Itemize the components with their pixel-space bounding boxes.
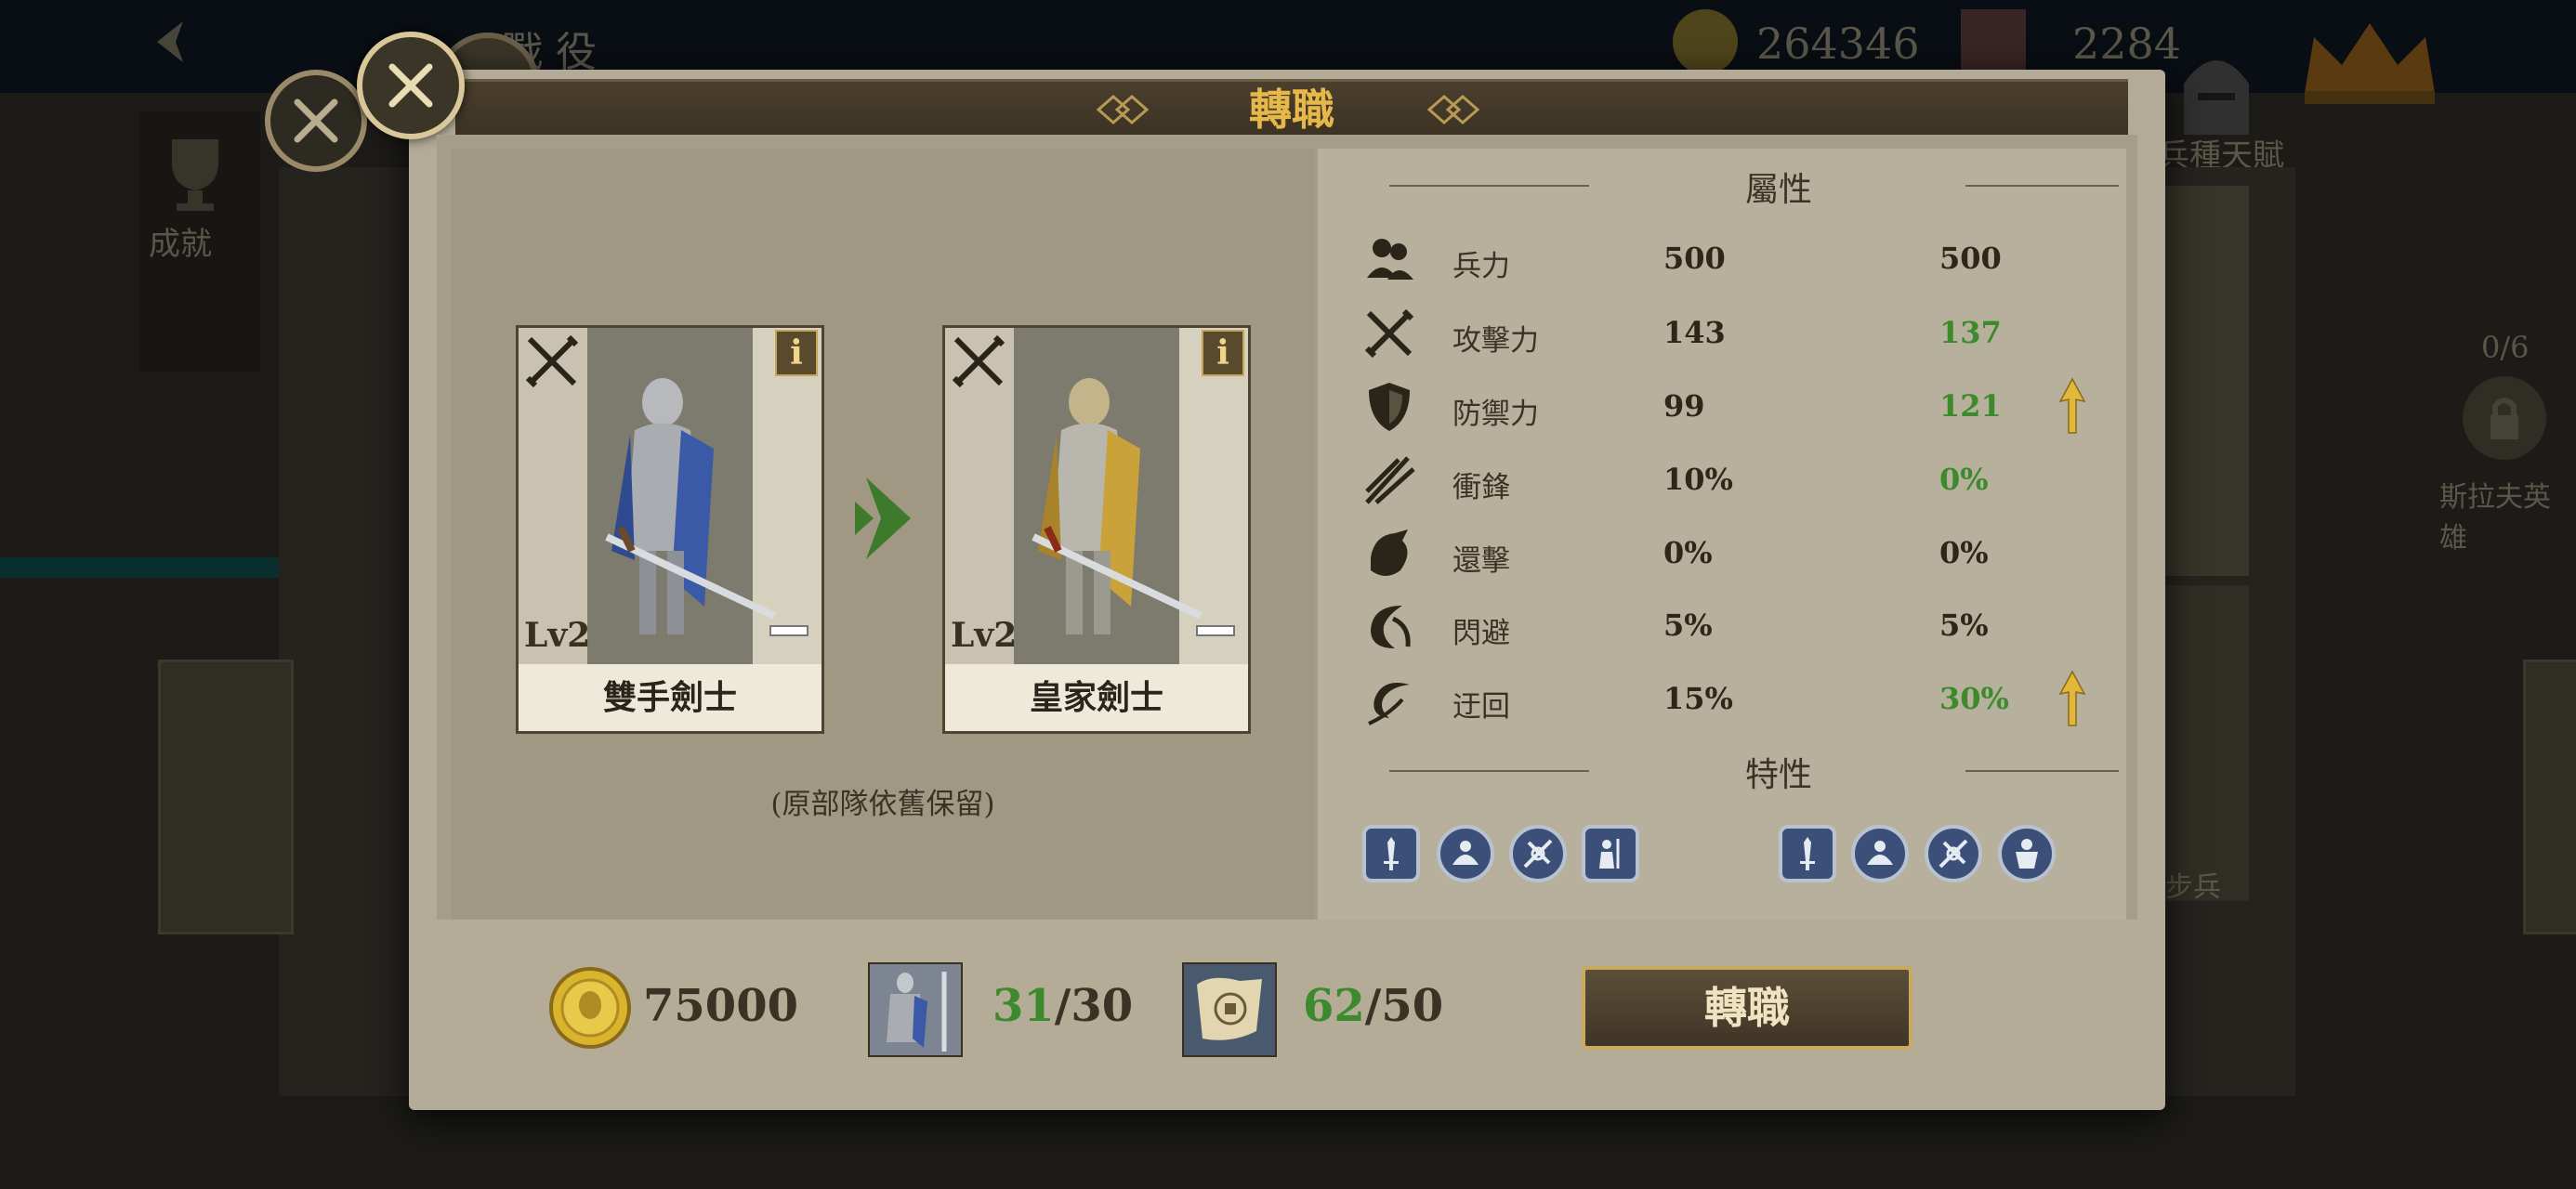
section-divider bbox=[1965, 185, 2119, 187]
title-ornament-icon bbox=[1097, 95, 1149, 124]
charge-icon bbox=[1365, 456, 1415, 504]
stat-from-value: 143 bbox=[1663, 315, 1726, 350]
scrolls-owned: 62 bbox=[1303, 980, 1365, 1032]
close-icon bbox=[294, 98, 338, 143]
to-unit-info-button[interactable]: i bbox=[1202, 330, 1244, 376]
from-unit-hp-bar bbox=[769, 625, 808, 636]
stat-name: 衝鋒 bbox=[1452, 471, 1510, 504]
stat-row-charge: 衝鋒 10% 0% bbox=[1361, 451, 2105, 510]
stat-from-value: 15% bbox=[1663, 681, 1733, 716]
gold-cost: 75000 bbox=[643, 980, 798, 1032]
to-unit-card[interactable]: i Lv2 皇家劍士 bbox=[942, 325, 1251, 734]
dodge-icon bbox=[1371, 606, 1411, 648]
guard-trait-icon[interactable] bbox=[1582, 825, 1639, 882]
stat-name: 閃避 bbox=[1452, 617, 1510, 650]
stat-from-value: 5% bbox=[1663, 608, 1713, 643]
from-unit-name: 雙手劍士 bbox=[602, 678, 737, 717]
stat-up-arrow-icon bbox=[2058, 377, 2086, 434]
stat-name: 還擊 bbox=[1452, 544, 1510, 578]
stat-to-value: 0% bbox=[1939, 535, 1989, 570]
stat-name: 兵力 bbox=[1452, 250, 1510, 283]
from-unit-card[interactable]: i Lv2 雙手劍士 bbox=[516, 325, 824, 734]
from-unit-level: Lv2 bbox=[524, 616, 591, 655]
attributes-title: 屬性 bbox=[1744, 171, 1812, 209]
background-close-button[interactable] bbox=[265, 70, 367, 172]
sword-trait-icon[interactable] bbox=[1779, 825, 1836, 882]
stat-from-value: 500 bbox=[1663, 241, 1726, 276]
scroll-requirement-thumbnail bbox=[1182, 962, 1277, 1057]
gold-coin-icon bbox=[549, 967, 631, 1049]
crossed-swords-icon bbox=[525, 334, 579, 388]
stat-from-value: 99 bbox=[1663, 388, 1705, 424]
units-required: /30 bbox=[1054, 980, 1134, 1032]
stat-to-value: 5% bbox=[1939, 608, 1989, 643]
stat-row-counter: 還擊 0% 0% bbox=[1361, 524, 2105, 583]
retain-note: (原部隊依舊保留) bbox=[770, 788, 995, 821]
to-unit-level: Lv2 bbox=[951, 616, 1018, 655]
rally-trait-icon[interactable] bbox=[1851, 825, 1909, 882]
sword-trait-icon[interactable] bbox=[1362, 825, 1420, 882]
section-divider bbox=[1389, 770, 1589, 772]
close-button[interactable] bbox=[357, 32, 465, 139]
stat-to-value: 0% bbox=[1939, 462, 1989, 497]
armor-trait-icon[interactable] bbox=[1998, 825, 2056, 882]
traits-title: 特性 bbox=[1744, 756, 1812, 794]
unit-requirement: 31/30 bbox=[992, 980, 1133, 1032]
counter-icon bbox=[1371, 529, 1408, 576]
stat-to-value: 121 bbox=[1939, 388, 2002, 424]
shield-break-trait-icon[interactable] bbox=[1509, 825, 1567, 882]
stat-up-arrow-icon bbox=[2058, 670, 2086, 726]
transform-arrow-icon bbox=[855, 477, 911, 559]
stat-to-value: 30% bbox=[1939, 681, 2009, 716]
stat-row-attack: 攻擊力 143 137 bbox=[1361, 304, 2105, 363]
stat-row-dodge: 閃避 5% 5% bbox=[1361, 596, 2105, 656]
scroll-requirement: 62/50 bbox=[1303, 980, 1443, 1032]
stat-from-value: 10% bbox=[1663, 462, 1733, 497]
defense-icon bbox=[1369, 383, 1410, 431]
stat-name: 迂回 bbox=[1452, 690, 1510, 724]
convert-button[interactable]: 轉職 bbox=[1582, 966, 1912, 1050]
unit-requirement-thumbnail bbox=[868, 962, 963, 1057]
troops-icon bbox=[1367, 239, 1413, 280]
crossed-swords-icon bbox=[952, 334, 1005, 388]
swordsman-thumb-icon bbox=[887, 972, 947, 1052]
scroll-icon bbox=[1197, 977, 1262, 1040]
from-unit-info-button[interactable]: i bbox=[775, 330, 818, 376]
stat-to-value: 500 bbox=[1939, 241, 2002, 276]
stat-to-value: 137 bbox=[1939, 315, 2002, 350]
royal-swordsman-figure-icon bbox=[1032, 378, 1203, 634]
title-ornament-icon bbox=[1427, 95, 1479, 124]
section-divider bbox=[1965, 770, 2119, 772]
stat-name: 攻擊力 bbox=[1452, 324, 1539, 358]
section-divider bbox=[1389, 185, 1589, 187]
to-unit-hp-bar bbox=[1196, 625, 1235, 636]
attack-icon bbox=[1364, 308, 1414, 359]
flank-icon bbox=[1368, 683, 1410, 725]
shield-break-trait-icon[interactable] bbox=[1925, 825, 1982, 882]
units-owned: 31 bbox=[992, 980, 1055, 1032]
close-icon bbox=[388, 63, 433, 108]
swordsman-figure-icon bbox=[605, 378, 776, 634]
stat-row-flank: 迂回 15% 30% bbox=[1361, 670, 2105, 729]
stat-row-troops: 兵力 500 500 bbox=[1361, 229, 2105, 289]
stat-name: 防禦力 bbox=[1452, 398, 1539, 431]
stat-from-value: 0% bbox=[1663, 535, 1713, 570]
scrolls-required: /50 bbox=[1364, 980, 1444, 1032]
stat-row-defense: 防禦力 99 121 bbox=[1361, 377, 2105, 437]
dialog-title: 轉職 bbox=[1249, 85, 1334, 135]
rally-trait-icon[interactable] bbox=[1437, 825, 1494, 882]
to-unit-name: 皇家劍士 bbox=[1029, 678, 1163, 717]
